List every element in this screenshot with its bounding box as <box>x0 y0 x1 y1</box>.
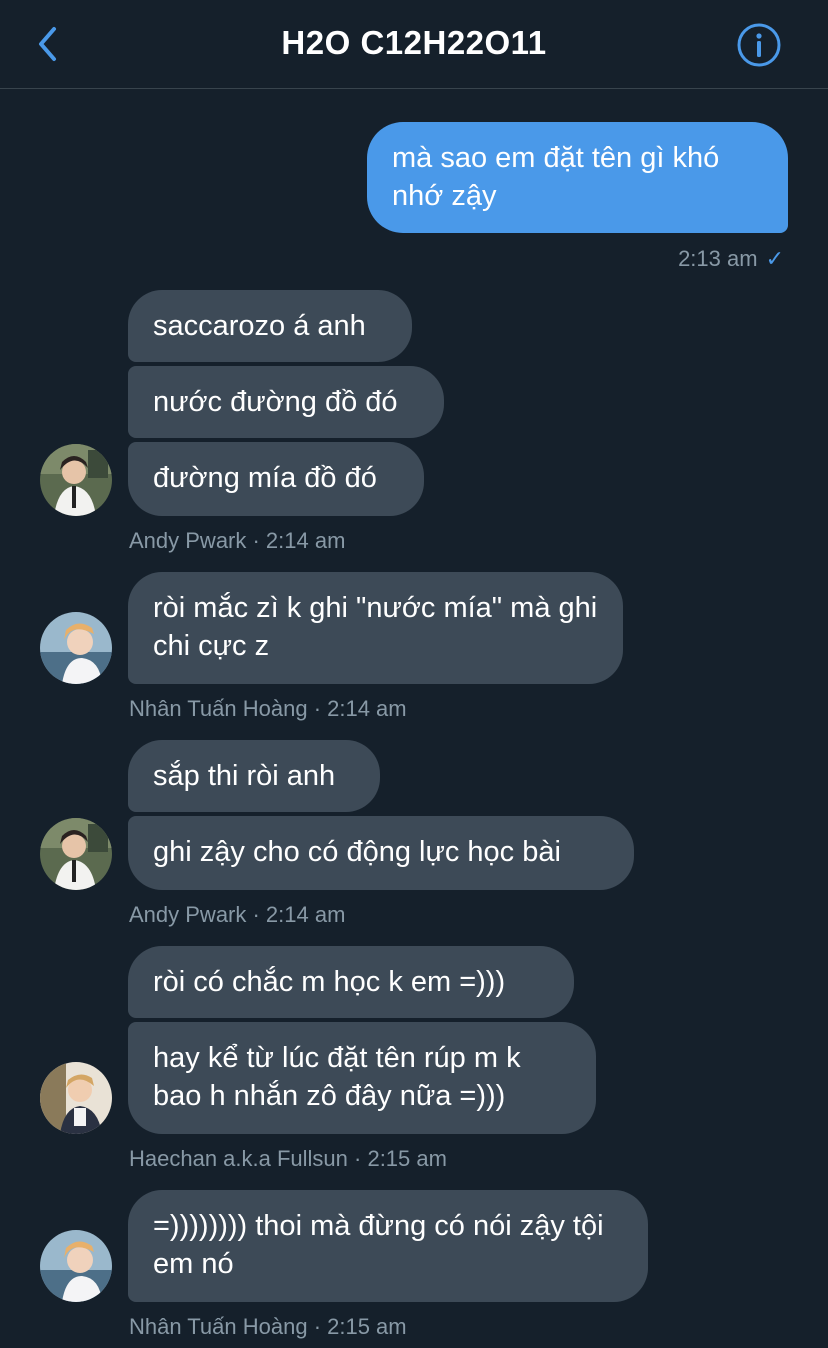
message-text: sắp thi ròi anh <box>153 760 336 792</box>
incoming-message-bubble[interactable]: đường mía đồ đó <box>128 442 424 516</box>
avatar-image <box>40 818 112 890</box>
sender-meta: Andy Pwark · 2:14 am <box>129 902 346 927</box>
info-circle-icon <box>737 23 781 67</box>
conversation-header: H2O C12H22O11 <box>0 0 828 89</box>
message-text: ròi mắc zì k ghi "nước mía" mà ghi chi c… <box>153 592 598 662</box>
message-text: mà sao em đặt tên gì khó nhớ zậy <box>392 142 720 212</box>
avatar-image <box>40 612 112 684</box>
incoming-message-bubble[interactable]: hay kể từ lúc đặt tên rúp m k bao h nhắn… <box>128 1022 596 1134</box>
message-text: đường mía đồ đó <box>153 462 377 494</box>
avatar[interactable] <box>40 612 112 684</box>
message-text: ròi có chắc m học k em =))) <box>153 966 506 998</box>
incoming-message-bubble[interactable]: nước đường đồ đó <box>128 366 444 438</box>
sender-meta: Andy Pwark · 2:14 am <box>129 528 346 553</box>
avatar-image <box>40 1230 112 1302</box>
sent-check-icon: ✓ <box>765 246 784 271</box>
sender-meta: Nhân Tuấn Hoàng · 2:15 am <box>129 1314 407 1339</box>
avatar-image <box>40 444 112 516</box>
info-button[interactable] <box>736 22 782 68</box>
message-text: nước đường đồ đó <box>153 386 398 418</box>
message-text: ghi zậy cho có động lực học bài <box>153 836 561 868</box>
incoming-message-bubble[interactable]: ròi có chắc m học k em =))) <box>128 946 574 1018</box>
incoming-message-bubble[interactable]: ròi mắc zì k ghi "nước mía" mà ghi chi c… <box>128 572 623 684</box>
avatar-image <box>40 1062 112 1134</box>
avatar[interactable] <box>40 1230 112 1302</box>
incoming-message-bubble[interactable]: saccarozo á anh <box>128 290 412 362</box>
incoming-message-bubble[interactable]: =)))))))) thoi mà đừng có nói zậy tội em… <box>128 1190 648 1302</box>
avatar[interactable] <box>40 818 112 890</box>
avatar[interactable] <box>40 1062 112 1134</box>
conversation-title[interactable]: H2O C12H22O11 <box>0 24 828 62</box>
incoming-message-bubble[interactable]: ghi zậy cho có động lực học bài <box>128 816 634 890</box>
sender-meta: Haechan a.k.a Fullsun · 2:15 am <box>129 1146 447 1171</box>
timestamp-text: 2:13 am <box>678 246 758 271</box>
outgoing-message-bubble[interactable]: mà sao em đặt tên gì khó nhớ zậy <box>367 122 788 233</box>
message-timestamp: 2:13 am ✓ <box>678 246 784 272</box>
incoming-message-bubble[interactable]: sắp thi ròi anh <box>128 740 380 812</box>
message-text: saccarozo á anh <box>153 310 366 342</box>
sender-meta: Nhân Tuấn Hoàng · 2:14 am <box>129 696 407 721</box>
avatar[interactable] <box>40 444 112 516</box>
message-text: =)))))))) thoi mà đừng có nói zậy tội em… <box>153 1210 604 1280</box>
message-text: hay kể từ lúc đặt tên rúp m k bao h nhắn… <box>153 1042 521 1112</box>
